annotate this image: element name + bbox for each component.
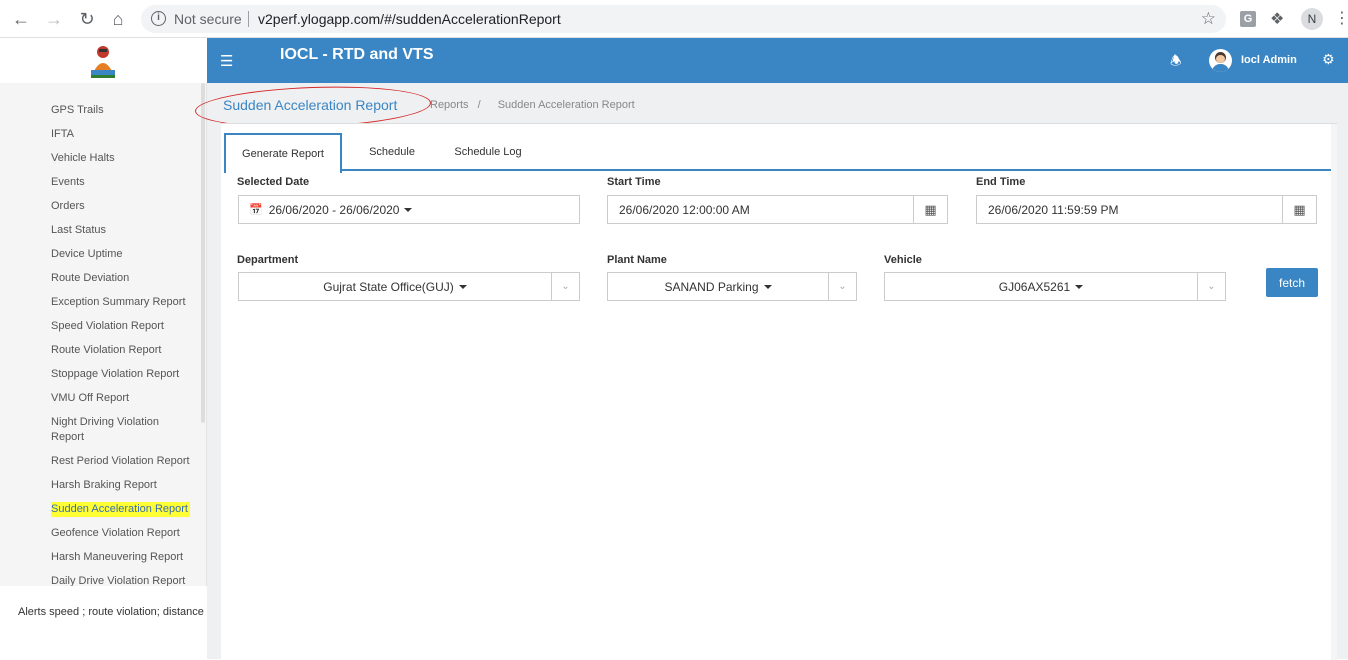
info-icon[interactable]: i [151,11,166,26]
profile-avatar[interactable]: N [1301,8,1323,30]
security-label: Not secure [174,11,242,27]
sidebar-item-exception-summary[interactable]: Exception Summary Report [51,295,203,310]
sidebar-item-route-deviation[interactable]: Route Deviation [51,271,203,286]
end-time-label: End Time [976,176,1026,188]
user-name[interactable]: Iocl Admin [1241,54,1297,66]
breadcrumb-links: Reports / Sudden Acceleration Report [430,99,635,111]
app-header: ☰ IOCL - RTD and VTS 🕭 Iocl Admin ⚙ [207,38,1348,83]
fetch-button[interactable]: fetch [1266,268,1318,297]
end-time-input[interactable]: 26/06/2020 11:59:59 PM [976,195,1284,224]
panel-scrollbar[interactable] [1331,124,1337,660]
sidebar-item-last-status[interactable]: Last Status [51,223,203,238]
sidebar-item-harsh-braking[interactable]: Harsh Braking Report [51,478,203,493]
sidebar-item-gps-trails[interactable]: GPS Trails [51,103,203,118]
app-logo [91,46,115,78]
sidebar-item-speed-violation[interactable]: Speed Violation Report [51,319,203,334]
sidebar-item-rest-period[interactable]: Rest Period Violation Report [51,454,203,469]
sidebar-item-stoppage-violation[interactable]: Stoppage Violation Report [51,367,203,382]
sidebar-item-vehicle-halts[interactable]: Vehicle Halts [51,151,203,166]
alerts-text: Alerts speed ; route violation; distance [18,606,204,618]
breadcrumb-separator: / [477,99,481,111]
avatar-body [1212,64,1229,72]
start-time-input[interactable]: 26/06/2020 12:00:00 AM [607,195,915,224]
chevron-down-icon [404,207,413,212]
logo-area [0,38,207,83]
bell-icon[interactable]: 🕭 [1170,52,1182,74]
extension-g-icon[interactable]: G [1240,11,1256,27]
selected-date-input[interactable]: 📅 26/06/2020 - 26/06/2020 [238,195,580,224]
department-value-wrap: Gujrat State Office(GUJ) [239,273,551,300]
end-time-value: 26/06/2020 11:59:59 PM [988,202,1119,217]
sidebar-item-vmu-off[interactable]: VMU Off Report [51,391,203,406]
chevron-down-icon[interactable]: ⌄ [551,273,579,300]
url-text[interactable]: v2perf.ylogapp.com/#/suddenAccelerationR… [258,11,561,27]
hamburger-menu-icon[interactable]: ☰ [220,52,233,70]
calendar-icon: 📅 [249,204,263,216]
end-time-calendar-icon[interactable]: ▦ [1282,195,1317,224]
sidebar-item-harsh-maneuvering[interactable]: Harsh Maneuvering Report [51,550,203,565]
start-time-value: 26/06/2020 12:00:00 AM [619,202,750,217]
sidebar-item-geofence-violation[interactable]: Geofence Violation Report [51,526,203,541]
department-value: Gujrat State Office(GUJ) [323,279,454,294]
back-icon[interactable]: ← [9,8,33,30]
selected-date-label: Selected Date [237,176,310,188]
sidebar-item-night-driving[interactable]: Night Driving Violation Report [51,415,181,445]
chevron-down-icon[interactable]: ⌄ [828,273,856,300]
plant-name-value: SANAND Parking [664,279,759,294]
breadcrumb-reports-link[interactable]: Reports [430,99,469,111]
main-content: Sudden Acceleration Report Reports / Sud… [194,82,1348,660]
department-select[interactable]: Gujrat State Office(GUJ) ⌄ [238,272,580,301]
breadcrumb: Sudden Acceleration Report Reports / Sud… [194,82,1348,132]
bookmark-star-icon[interactable]: ☆ [1201,9,1216,29]
page-title: Sudden Acceleration Report [223,97,398,113]
vehicle-value-wrap: GJ06AX5261 [885,273,1197,300]
selected-date-value: 26/06/2020 - 26/06/2020 [268,202,400,217]
caret-down-icon [458,284,467,289]
sidebar-item-sudden-acceleration[interactable]: Sudden Acceleration Report [51,502,190,517]
sidebar-item-device-uptime[interactable]: Device Uptime [51,247,203,262]
home-icon[interactable]: ⌂ [106,8,130,30]
plant-name-select[interactable]: SANAND Parking ⌄ [607,272,857,301]
sidebar-item-orders[interactable]: Orders [51,199,203,214]
department-label: Department [237,254,299,266]
browser-menu-icon[interactable]: ⋮ [1334,8,1348,28]
sidebar-item-route-violation[interactable]: Route Violation Report [51,343,203,358]
tab-schedule[interactable]: Schedule [352,133,432,171]
tab-schedule-log[interactable]: Schedule Log [442,133,534,171]
breadcrumb-current: Sudden Acceleration Report [497,99,635,111]
caret-down-icon [763,284,772,289]
plant-name-label: Plant Name [607,254,667,266]
vehicle-select[interactable]: GJ06AX5261 ⌄ [884,272,1226,301]
vehicle-value: GJ06AX5261 [998,279,1071,294]
app-title: IOCL - RTD and VTS [280,46,434,63]
vehicle-label: Vehicle [884,254,922,266]
report-panel: Generate Report Schedule Schedule Log Se… [221,123,1337,660]
address-bar[interactable]: i Not secure v2perf.ylogapp.com/#/sudden… [141,5,1226,33]
user-avatar[interactable] [1209,49,1232,72]
divider [248,11,249,27]
reload-icon[interactable]: ↻ [75,8,99,30]
extensions-puzzle-icon[interactable]: ❖ [1270,9,1284,29]
browser-toolbar: ← → ↻ ⌂ i Not secure v2perf.ylogapp.com/… [0,0,1348,38]
avatar-face [1216,55,1225,63]
start-time-calendar-icon[interactable]: ▦ [913,195,948,224]
sidebar-item-events[interactable]: Events [51,175,203,190]
sidebar: GPS Trails IFTA Vehicle Halts Events Ord… [0,38,207,659]
caret-down-icon [1075,284,1084,289]
start-time-label: Start Time [607,176,661,188]
plant-value-wrap: SANAND Parking [608,273,828,300]
tab-generate-report[interactable]: Generate Report [224,133,342,173]
tab-bar: Generate Report Schedule Schedule Log [224,133,1332,173]
settings-cogs-icon[interactable]: ⚙ [1322,51,1335,68]
forward-icon[interactable]: → [42,8,66,30]
alerts-panel: Alerts speed ; route violation; distance [0,586,207,659]
sidebar-item-ifta[interactable]: IFTA [51,127,203,142]
sidebar-scrollbar[interactable] [201,83,205,423]
chevron-down-icon[interactable]: ⌄ [1197,273,1225,300]
